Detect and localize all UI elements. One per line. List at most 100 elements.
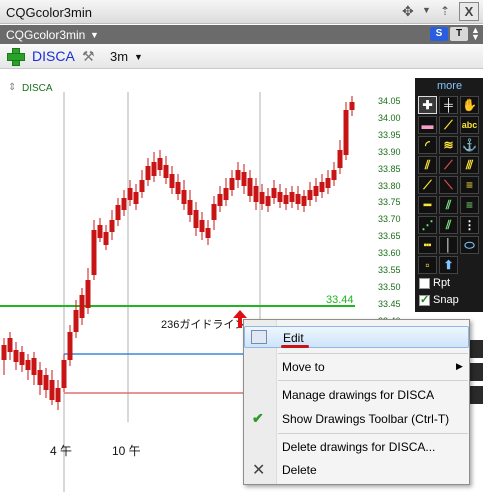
candle-body [265,196,271,206]
menu-item-edit[interactable]: Edit [244,326,469,348]
chevron-down-icon[interactable]: ▼ [134,52,143,62]
period-label[interactable]: 3m [110,49,128,64]
price-tick-label: 33.75 [378,197,401,208]
fan-lines-tool-icon[interactable]: ≋ [439,136,458,154]
candle-body [91,230,97,275]
hammer-icon[interactable]: ⚒ [82,48,95,65]
candle-body [85,280,91,308]
side-tab[interactable] [470,363,483,381]
candle-body [49,380,55,400]
candle-body [169,174,175,188]
menu-item-move-to[interactable]: Move to ▶ [244,356,469,378]
text-t-button[interactable]: T [450,27,468,41]
candle-body [157,158,163,170]
candle-body [55,388,61,402]
menu-item-show-drawings-toolbar[interactable]: ✔ Show Drawings Toolbar (Ctrl-T) [244,408,469,430]
edit-underline [281,345,309,348]
candle-body [259,192,265,204]
candle-body [205,228,211,238]
dropdown-arrow-icon[interactable]: ▼ [90,30,99,40]
channel-tool-icon[interactable]: ⟋ [439,156,458,174]
price-tick-label: 33.55 [378,265,401,275]
candle-body [337,150,343,168]
angle-fan-tool-icon[interactable]: ⟍ [439,176,458,194]
hand-tool-icon[interactable]: ✋ [460,96,479,114]
candle-body [313,186,319,196]
candle-body [115,205,121,220]
candle-body [187,200,193,215]
context-menu: Edit Move to ▶ Manage drawings for DISCA… [243,319,470,485]
candle-body [61,360,67,388]
add-symbol-icon[interactable] [6,47,25,66]
price-tick-label: 34.05 [378,96,401,106]
candle-body [133,192,139,204]
price-tick-label: 33.90 [378,146,401,157]
snap-checkbox[interactable]: ✓ [419,295,430,306]
candle-body [145,166,151,180]
side-tab[interactable] [470,386,483,404]
chart-updown-icon: ⇕ [8,82,17,93]
price-tick-label: 33.85 [378,163,401,174]
candle-body [223,188,229,200]
chart-symbol-label: DISCA [22,83,53,94]
text-abc-tool-icon[interactable]: abc [460,116,479,134]
candle-body [247,178,253,196]
anchor-tool-icon[interactable]: ⚓ [460,136,479,154]
scroll-arrows-icon[interactable]: ▲ ▼ [471,26,480,42]
pitchfork2-tool-icon[interactable]: ⫽ [439,216,458,234]
vertical-bar-tool-icon[interactable]: │ [439,236,458,254]
horizontal-line-tool-icon[interactable]: ━ [418,196,437,214]
price-tick-label: 33.45 [378,298,401,309]
arrow-up-tool-icon[interactable]: ⬆ [439,256,458,274]
candle-body [301,196,307,206]
candle-body [127,188,133,200]
window-titlebar: CQGcolor3min ✥ ▼ ⇡ X [0,0,483,24]
more-link[interactable]: more [437,80,462,92]
crosshair-tool-icon[interactable]: ✚ [418,96,437,114]
page-title: CQGcolor3min [6,28,86,42]
menu-item-delete-drawings[interactable]: Delete drawings for DISCA... [244,436,469,458]
price-tick-label: 33.60 [378,248,401,259]
candle-body [211,204,217,220]
candle-body [121,198,127,210]
window-title: CQGcolor3min [6,5,92,20]
eraser-tool-icon[interactable]: ▬ [418,116,437,134]
trendline-tool-icon[interactable]: ⟋ [439,116,458,134]
candle-body [139,180,145,192]
candle-body [289,192,295,202]
rectangle-tool-icon[interactable]: ▫ [418,256,437,274]
side-tab[interactable] [470,340,483,358]
candle-body [343,110,349,155]
arc-tool-icon[interactable]: ◜ [418,136,437,154]
menu-item-manage-drawings[interactable]: Manage drawings for DISCA [244,384,469,406]
candle-body [103,232,109,245]
pin-icon[interactable]: ⇡ [440,4,450,18]
horizontal-lines-tool-icon[interactable]: ≡ [460,176,479,194]
menu-separator [278,433,468,434]
parallel-lines-tool-icon[interactable]: ⫻ [460,156,479,174]
candle-body [199,220,205,232]
vertical-line-tool-icon[interactable]: ╪ [439,96,458,114]
fib-lines-tool-icon[interactable]: ⫽ [418,156,437,174]
candle-body [109,220,115,232]
dotted-lines-tool-icon[interactable]: ┅ [418,236,437,254]
cycles-tool-icon[interactable]: ⋮ [460,216,479,234]
time-label: 4 午 [50,444,73,458]
rpt-checkbox[interactable] [419,278,430,289]
levels-tool-icon[interactable]: ≡ [460,196,479,214]
dropdown-arrow-icon[interactable]: ▼ [422,5,431,15]
price-tick-label: 33.65 [378,231,401,242]
snap-label: Snap [433,294,459,306]
candle-body [19,352,25,365]
studies-s-button[interactable]: S [430,27,448,41]
candle-body [79,295,85,318]
move-icon[interactable]: ✥ [402,3,414,20]
menu-item-delete[interactable]: ✕ Delete [244,459,469,481]
ellipse-tool-icon[interactable]: ⬭ [460,236,479,254]
symbol-label[interactable]: DISCA [32,48,75,64]
gann-tool-icon[interactable]: ⟋ [418,176,437,194]
close-button[interactable]: X [459,2,479,21]
grid-tool-icon[interactable]: ⋰ [418,216,437,234]
pitchfork-tool-icon[interactable]: ⫽ [439,196,458,214]
candle-body [73,310,79,332]
